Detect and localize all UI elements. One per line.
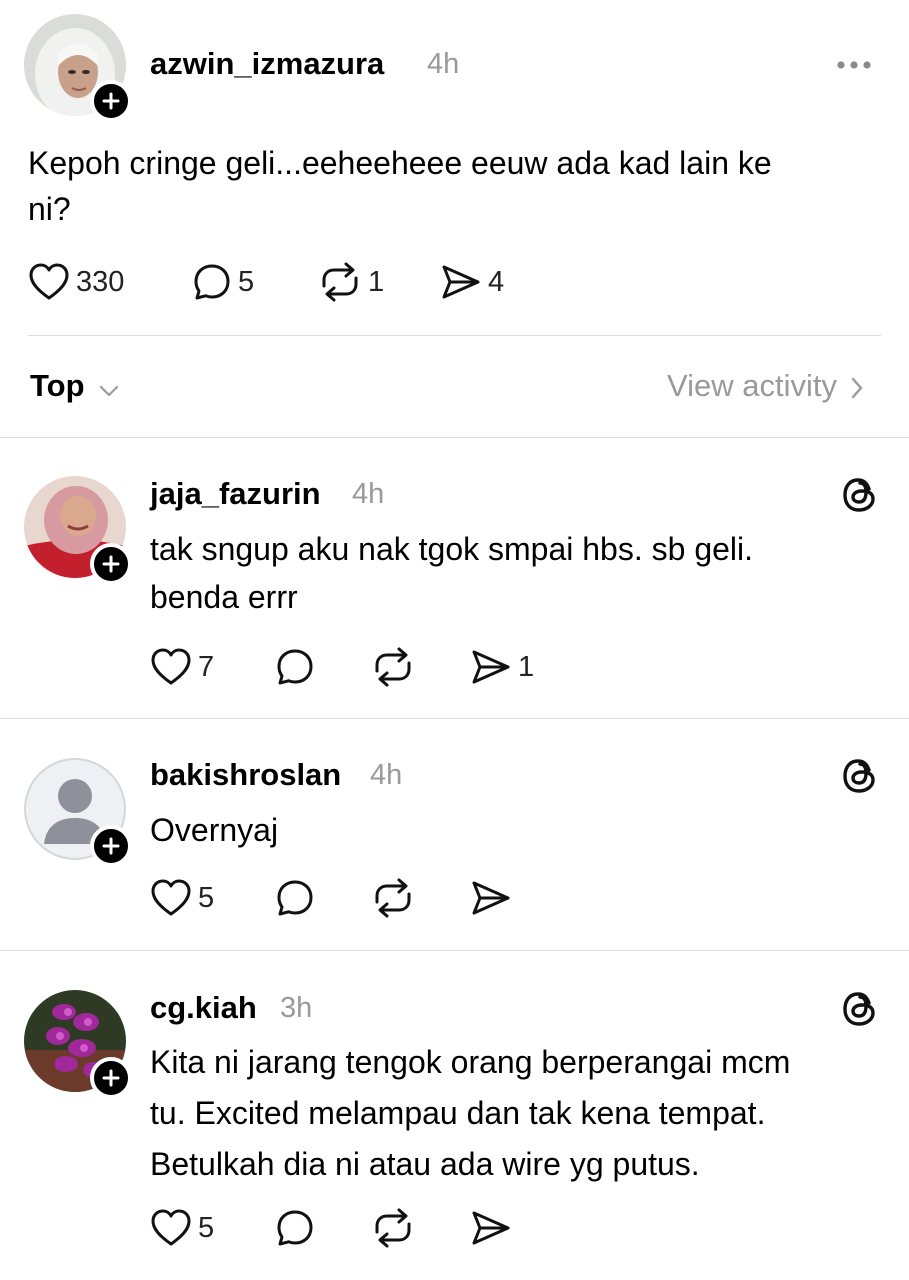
comment-icon — [192, 262, 232, 302]
comment-icon — [275, 878, 315, 918]
like-count: 5 — [198, 881, 215, 914]
reply-button[interactable]: 5 — [192, 262, 254, 302]
heart-icon — [150, 878, 192, 918]
divider — [0, 950, 909, 951]
share-button[interactable] — [470, 1208, 512, 1248]
reply-text-line: Kita ni jarang tengok orang berperangai … — [150, 1044, 791, 1080]
heart-icon — [28, 262, 70, 302]
reply-text-line: Overnyaj — [150, 812, 279, 848]
like-count: 330 — [76, 265, 125, 298]
view-activity-link[interactable]: View activity — [667, 368, 837, 404]
share-button[interactable]: 4 — [440, 262, 504, 302]
reply-text-line: tu. Excited melampau dan tak kena tempat… — [150, 1095, 766, 1131]
reply-username[interactable]: jaja_fazurin — [150, 476, 321, 512]
share-button[interactable]: 1 — [470, 647, 534, 687]
reply-username[interactable]: bakishroslan — [150, 757, 341, 793]
heart-icon — [150, 1208, 192, 1248]
threads-icon[interactable] — [840, 756, 880, 796]
divider — [0, 718, 909, 719]
reply-username[interactable]: cg.kiah — [150, 990, 257, 1026]
repost-icon — [371, 647, 415, 687]
like-count: 7 — [198, 650, 215, 683]
reply-text: Overnyaj — [150, 806, 870, 854]
like-button[interactable]: 5 — [150, 1208, 214, 1248]
follow-plus-icon[interactable] — [90, 543, 132, 585]
sort-label: Top — [30, 368, 85, 403]
threads-icon[interactable] — [840, 475, 880, 515]
share-button[interactable] — [470, 878, 512, 918]
reply-text-line: tak sngup aku nak tgok smpai hbs. sb gel… — [150, 531, 754, 567]
more-icon[interactable] — [836, 58, 872, 76]
reply-count: 5 — [238, 265, 255, 298]
reply-button[interactable] — [275, 647, 315, 687]
chevron-right-icon[interactable] — [850, 376, 864, 405]
repost-button[interactable] — [371, 1208, 415, 1248]
reply-text-line: Betulkah dia ni atau ada wire yg putus. — [150, 1146, 700, 1182]
share-count: 4 — [488, 265, 505, 298]
share-icon — [440, 262, 482, 302]
repost-icon — [371, 878, 415, 918]
repost-count: 1 — [368, 265, 385, 298]
reply-timestamp: 4h — [352, 478, 385, 510]
comment-icon — [275, 647, 315, 687]
heart-icon — [150, 647, 192, 687]
post-text: Kepoh cringe geli...eeheeheee eeuw ada k… — [28, 140, 888, 232]
share-icon — [470, 647, 512, 687]
comment-icon — [275, 1208, 315, 1248]
repost-button[interactable]: 1 — [318, 262, 384, 302]
repost-button[interactable] — [371, 878, 415, 918]
reply-text-line: benda errr — [150, 579, 298, 615]
share-icon — [470, 878, 512, 918]
like-button[interactable]: 330 — [28, 262, 124, 302]
reply-text: tak sngup aku nak tgok smpai hbs. sb gel… — [150, 525, 870, 621]
like-button[interactable]: 5 — [150, 878, 214, 918]
chevron-down-icon — [99, 370, 119, 406]
like-button[interactable]: 7 — [150, 647, 214, 687]
repost-icon — [318, 262, 362, 302]
view-activity-label: View activity — [667, 368, 837, 403]
share-count: 1 — [518, 650, 535, 683]
reply-button[interactable] — [275, 1208, 315, 1248]
like-count: 5 — [198, 1211, 215, 1244]
post-timestamp: 4h — [427, 48, 460, 80]
repost-icon — [371, 1208, 415, 1248]
post-username[interactable]: azwin_izmazura — [150, 46, 384, 82]
post-text-line: ni? — [28, 191, 71, 227]
follow-plus-icon[interactable] — [90, 825, 132, 867]
post-text-line: Kepoh cringe geli...eeheeheee eeuw ada k… — [28, 145, 772, 181]
follow-plus-icon[interactable] — [90, 80, 132, 122]
share-icon — [470, 1208, 512, 1248]
divider — [0, 437, 909, 438]
follow-plus-icon[interactable] — [90, 1057, 132, 1099]
reply-timestamp: 3h — [280, 992, 313, 1024]
sort-dropdown[interactable]: Top — [30, 368, 119, 406]
divider — [28, 335, 881, 336]
repost-button[interactable] — [371, 647, 415, 687]
reply-button[interactable] — [275, 878, 315, 918]
reply-timestamp: 4h — [370, 759, 403, 791]
threads-icon[interactable] — [840, 989, 880, 1029]
reply-text: Kita ni jarang tengok orang berperangai … — [150, 1037, 890, 1190]
